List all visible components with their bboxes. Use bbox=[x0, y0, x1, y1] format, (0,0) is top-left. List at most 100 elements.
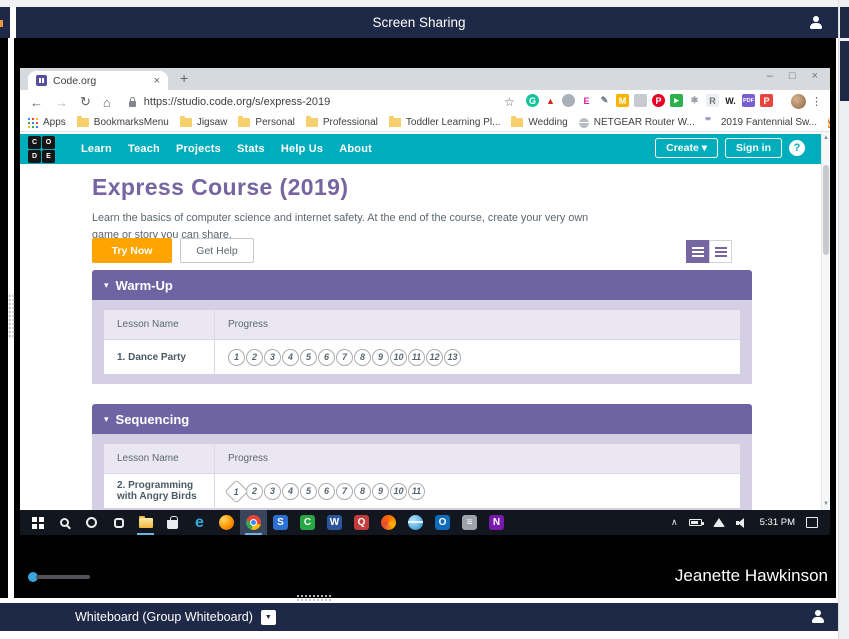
window-close-button[interactable]: × bbox=[812, 70, 818, 82]
bookmark-item[interactable]: Toddler Learning Pl... bbox=[389, 117, 501, 128]
home-button[interactable]: ⌂ bbox=[103, 95, 111, 110]
extension-icon[interactable]: R bbox=[706, 94, 719, 107]
taskbar-icon[interactable] bbox=[105, 510, 132, 535]
clock[interactable]: 5:31 PM bbox=[760, 517, 795, 528]
extension-icon[interactable]: P bbox=[760, 94, 773, 107]
progress-bubble[interactable]: 2 bbox=[246, 349, 263, 366]
taskbar-icon[interactable] bbox=[24, 510, 51, 535]
taskbar-icon[interactable]: N bbox=[483, 510, 510, 535]
window-minimize-button[interactable]: – bbox=[767, 70, 773, 82]
progress-bubble[interactable]: 6 bbox=[318, 483, 335, 500]
progress-bubble[interactable]: 5 bbox=[300, 483, 317, 500]
extension-icon[interactable]: ✎ bbox=[598, 94, 611, 107]
volume-slider-track[interactable] bbox=[36, 575, 90, 579]
bookmark-item[interactable]: Jigsaw bbox=[180, 117, 228, 128]
progress-bubble[interactable]: 8 bbox=[354, 483, 371, 500]
try-now-button[interactable]: Try Now bbox=[92, 238, 172, 263]
taskbar-icon[interactable] bbox=[402, 510, 429, 535]
progress-bubble[interactable]: 1 bbox=[228, 349, 245, 366]
bookmark-item[interactable]: BookmarksMenu bbox=[77, 117, 169, 128]
bookmark-item[interactable]: Apps bbox=[28, 117, 66, 128]
attendee-icon[interactable] bbox=[809, 16, 822, 29]
reload-button[interactable]: ↻ bbox=[80, 94, 91, 110]
progress-bubble[interactable]: 7 bbox=[336, 349, 353, 366]
scroll-up-icon[interactable]: ▲ bbox=[822, 135, 830, 141]
back-button[interactable]: ← bbox=[30, 95, 43, 110]
progress-bubble[interactable]: 3 bbox=[264, 349, 281, 366]
bookmark-item[interactable]: 2019 Fantennial Sw... bbox=[706, 117, 817, 128]
taskbar-icon[interactable] bbox=[78, 510, 105, 535]
progress-bubble[interactable]: 3 bbox=[264, 483, 281, 500]
nav-item[interactable]: Projects bbox=[176, 143, 221, 155]
progress-bubble[interactable]: 4 bbox=[282, 483, 299, 500]
nav-item[interactable]: Stats bbox=[237, 143, 265, 155]
bookmark-item[interactable]: NETGEAR Router W... bbox=[579, 117, 695, 128]
nav-item[interactable]: Teach bbox=[128, 143, 160, 155]
bookmark-star-icon[interactable]: ☆ bbox=[504, 95, 515, 109]
tab-close-icon[interactable]: × bbox=[154, 75, 160, 87]
extension-icon[interactable] bbox=[562, 94, 575, 107]
resize-grip-left[interactable] bbox=[8, 294, 15, 338]
progress-bubble[interactable]: 1 bbox=[224, 479, 248, 503]
progress-bubble[interactable]: 13 bbox=[444, 349, 461, 366]
taskbar-icon[interactable]: C bbox=[294, 510, 321, 535]
lesson-name[interactable]: 1. Dance Party bbox=[104, 340, 215, 374]
progress-bubble[interactable]: 8 bbox=[354, 349, 371, 366]
wifi-icon[interactable] bbox=[713, 518, 725, 527]
taskbar-icon[interactable]: ≡ bbox=[456, 510, 483, 535]
scrollbar-thumb[interactable] bbox=[823, 165, 829, 255]
battery-icon[interactable] bbox=[689, 519, 702, 526]
extension-icon[interactable]: W. bbox=[724, 94, 737, 107]
section-header[interactable]: ▾ Sequencing bbox=[92, 404, 752, 434]
scroll-down-icon[interactable]: ▼ bbox=[822, 501, 830, 507]
whiteboard-dropdown[interactable]: ▼ bbox=[261, 610, 276, 625]
progress-bubble[interactable]: 9 bbox=[372, 483, 389, 500]
new-tab-button[interactable]: + bbox=[180, 70, 188, 86]
progress-bubble[interactable]: 7 bbox=[336, 483, 353, 500]
progress-bubble[interactable]: 5 bbox=[300, 349, 317, 366]
taskbar-icon[interactable]: W bbox=[321, 510, 348, 535]
forward-button[interactable]: → bbox=[55, 95, 68, 110]
extension-icon[interactable]: E bbox=[580, 94, 593, 107]
taskbar-icon[interactable]: Q bbox=[348, 510, 375, 535]
browser-menu-icon[interactable]: ⋮ bbox=[811, 95, 822, 108]
progress-bubble[interactable]: 10 bbox=[390, 483, 407, 500]
grid-view-toggle[interactable] bbox=[709, 240, 732, 263]
extension-icon[interactable]: ▸ bbox=[670, 94, 683, 107]
nav-item[interactable]: Help Us bbox=[281, 143, 323, 155]
progress-bubble[interactable]: 2 bbox=[246, 483, 263, 500]
taskbar-icon[interactable] bbox=[213, 510, 240, 535]
progress-bubble[interactable]: 9 bbox=[372, 349, 389, 366]
extension-icon[interactable]: ▲ bbox=[544, 94, 557, 107]
extension-icon[interactable]: M bbox=[616, 94, 629, 107]
section-header[interactable]: ▾ Warm-Up bbox=[92, 270, 752, 300]
progress-bubble[interactable]: 11 bbox=[408, 349, 425, 366]
action-center-icon[interactable] bbox=[806, 517, 818, 528]
extension-icon[interactable] bbox=[634, 94, 647, 107]
create-button[interactable]: Create ▾ bbox=[655, 138, 718, 158]
bookmark-item[interactable]: Wedding bbox=[511, 117, 567, 128]
progress-bubble[interactable]: 4 bbox=[282, 349, 299, 366]
taskbar-icon[interactable] bbox=[159, 510, 186, 535]
profile-avatar[interactable] bbox=[791, 94, 806, 109]
taskbar-icon[interactable] bbox=[132, 510, 159, 535]
progress-bubble[interactable]: 12 bbox=[426, 349, 443, 366]
nav-item[interactable]: Learn bbox=[81, 143, 112, 155]
extension-icon[interactable]: P bbox=[652, 94, 665, 107]
sign-in-button[interactable]: Sign in bbox=[725, 138, 782, 158]
taskbar-icon[interactable]: O bbox=[429, 510, 456, 535]
progress-bubble[interactable]: 6 bbox=[318, 349, 335, 366]
progress-bubble[interactable]: 10 bbox=[390, 349, 407, 366]
resize-grip-bottom[interactable] bbox=[296, 594, 332, 602]
taskbar-icon[interactable] bbox=[240, 510, 267, 535]
get-help-button[interactable]: Get Help bbox=[180, 238, 254, 263]
bookmark-item[interactable]: Professional bbox=[306, 117, 378, 128]
taskbar-icon[interactable]: e bbox=[186, 510, 213, 535]
taskbar-icon[interactable] bbox=[51, 510, 78, 535]
extension-icon[interactable]: ✱ bbox=[688, 94, 701, 107]
extension-icon[interactable]: PDF bbox=[742, 94, 755, 107]
codeorg-logo[interactable]: C O D E bbox=[28, 136, 55, 163]
attendee-icon[interactable] bbox=[811, 610, 824, 623]
extension-icon[interactable]: G bbox=[526, 94, 539, 107]
browser-tab[interactable]: Code.org × bbox=[28, 71, 168, 90]
